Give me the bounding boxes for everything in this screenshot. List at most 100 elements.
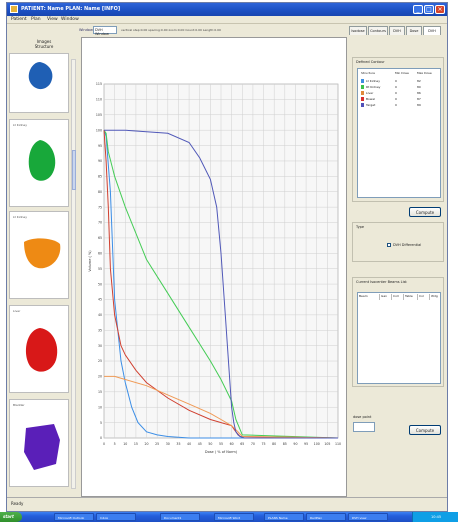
contour-name: Target [366, 103, 376, 107]
x-tick-label: 30 [166, 442, 170, 446]
x-tick-label: 0 [103, 442, 105, 446]
menu-window[interactable]: Window [61, 17, 79, 22]
structure-scrollbar-thumb[interactable] [72, 150, 76, 190]
system-tray: 10:45 [412, 512, 458, 522]
x-tick-label: 90 [293, 442, 297, 446]
x-tick-label: 65 [240, 442, 244, 446]
tab-dvh-1[interactable]: DVH [389, 26, 405, 35]
x-tick-label: 5 [114, 442, 116, 446]
menu-plan[interactable]: Plan [31, 17, 41, 22]
taskbar-clock: 10:45 [431, 515, 442, 519]
compute-contour-button[interactable]: Compute [409, 207, 441, 217]
y-tick-label: 25 [98, 359, 102, 363]
y-tick-label: 115 [96, 82, 102, 86]
beam-col-table: Table [404, 294, 418, 300]
dvh-chart: 0 5 10 15 20 25 30 35 40 45 50 55 60 65 70 75 80 85 90 95 10… [88, 82, 341, 454]
structure-thumbnail-4[interactable]: Liver [9, 305, 69, 393]
windows-taskbar: start Microsoft Outlook Inbox Document1 Mic… [0, 512, 458, 522]
contour-col-min: Min Dose [395, 71, 409, 75]
structure-thumbnail-3[interactable]: Lt Kidney [9, 211, 69, 299]
contour-table: Structure Min Dose Max Dose Lt Kidney 0 82… [357, 68, 441, 198]
contour-col-max: Max Dose [417, 71, 432, 75]
structure-shape-5 [24, 424, 60, 470]
taskbar-item[interactable]: DVH view [348, 513, 388, 521]
contour-max-dose: 87 [417, 97, 421, 101]
structure-shape-1 [28, 62, 53, 90]
dvh-differential-label: DVH Differential [393, 243, 422, 247]
status-text: Ready [11, 501, 24, 506]
y-axis-label: Volume ( %) [88, 250, 92, 272]
x-tick-label: 50 [208, 442, 212, 446]
close-button[interactable]: × [435, 5, 445, 14]
window-title: PATIENT: Name PLAN: Name [INFO] [21, 6, 121, 12]
dvh-control-panel: Defined Contour Structure Min Dose Max D… [349, 37, 447, 497]
beams-list-title: Current Isocenter Beams List [356, 280, 407, 284]
contour-row[interactable]: Lt Kidney 0 82 [361, 79, 441, 84]
y-tick-label: 85 [98, 175, 102, 179]
structure-thumbnail-1[interactable] [9, 53, 69, 113]
contour-min-dose: 0 [395, 85, 397, 89]
view-label: Window [79, 28, 93, 32]
tab-isodose[interactable]: Isodose [349, 26, 367, 35]
dose-point-label: dose point [353, 415, 372, 419]
dvh-differential-checkbox[interactable] [387, 243, 391, 247]
contour-name: Liver [366, 91, 374, 95]
tab-dose[interactable]: Dose [406, 26, 422, 35]
menu-view[interactable]: View [47, 17, 58, 22]
beam-col-beam: Beam [358, 294, 380, 300]
x-tick-label: 95 [304, 442, 308, 446]
x-tick-label: 85 [283, 442, 287, 446]
contour-max-dose: 80 [417, 85, 421, 89]
x-tick-label: 70 [251, 442, 255, 446]
contour-row[interactable]: Bowel 0 87 [361, 97, 441, 102]
y-tick-label: 10 [98, 405, 102, 409]
y-tick-label: 65 [98, 236, 102, 240]
x-tick-label: 105 [324, 442, 330, 446]
dvh-chart-panel: 0 5 10 15 20 25 30 35 40 45 50 55 60 65 70 75 80 85 90 95 10… [81, 37, 347, 497]
defined-contour-group: Defined Contour Structure Min Dose Max D… [352, 57, 444, 202]
minimize-button[interactable]: _ [413, 5, 423, 14]
contour-row[interactable]: Liver 0 86 [361, 91, 441, 96]
start-button[interactable]: start [0, 512, 22, 522]
y-tick-label: 0 [100, 436, 102, 440]
contour-color-swatch [361, 91, 364, 95]
tab-contours[interactable]: Contours [368, 26, 388, 35]
contour-color-swatch [361, 97, 364, 101]
taskbar-item[interactable]: Microsoft Outlook [54, 513, 94, 521]
beam-col-col: Col [418, 294, 430, 300]
contour-max-dose: 82 [417, 79, 421, 83]
taskbar-item[interactable]: RadPlan [306, 513, 346, 521]
beam-col-wdg: Wdg [431, 294, 438, 298]
taskbar-item[interactable]: Document1 [160, 513, 200, 521]
dose-point-input[interactable] [353, 422, 375, 432]
dvh-type-title: Type [356, 225, 365, 229]
taskbar-item[interactable]: PLANS Name [264, 513, 304, 521]
taskbar-item[interactable]: Microsoft Word [214, 513, 254, 521]
compute-dose-point-button[interactable]: Compute [409, 425, 441, 435]
structure-thumbnail-2[interactable]: Lt Kidney [9, 119, 69, 207]
x-tick-label: 110 [335, 442, 341, 446]
x-tick-label: 20 [145, 442, 149, 446]
y-tick-label: 90 [98, 159, 102, 163]
y-tick-label: 60 [98, 252, 102, 256]
y-tick-label: 5 [100, 421, 102, 425]
structure-scrollbar[interactable] [71, 59, 76, 489]
structure-shape-3 [24, 238, 61, 269]
x-tick-label: 55 [219, 442, 223, 446]
contour-row[interactable]: Target 0 89 [361, 103, 441, 108]
view-selector[interactable]: DVH Window [93, 26, 117, 36]
menu-patient[interactable]: Patient [11, 17, 27, 22]
tab-dvh-2[interactable]: DVH [423, 26, 441, 35]
application-window: PATIENT: Name PLAN: Name [INFO] _ □ × Pa… [6, 2, 448, 512]
y-tick-label: 95 [98, 144, 102, 148]
app-icon [10, 5, 18, 13]
taskbar-item[interactable]: Inbox [96, 513, 136, 521]
maximize-button[interactable]: □ [424, 5, 434, 14]
structure-thumbnail-5[interactable]: Bladder [9, 399, 69, 487]
x-tick-label: 75 [262, 442, 266, 446]
title-bar[interactable]: PATIENT: Name PLAN: Name [INFO] _ □ × [7, 3, 447, 16]
x-tick-label: 25 [155, 442, 159, 446]
beam-col-gan: Gan [380, 294, 392, 300]
structure-shape-4 [25, 328, 58, 372]
contour-row[interactable]: Rt Kidney 0 80 [361, 85, 441, 90]
